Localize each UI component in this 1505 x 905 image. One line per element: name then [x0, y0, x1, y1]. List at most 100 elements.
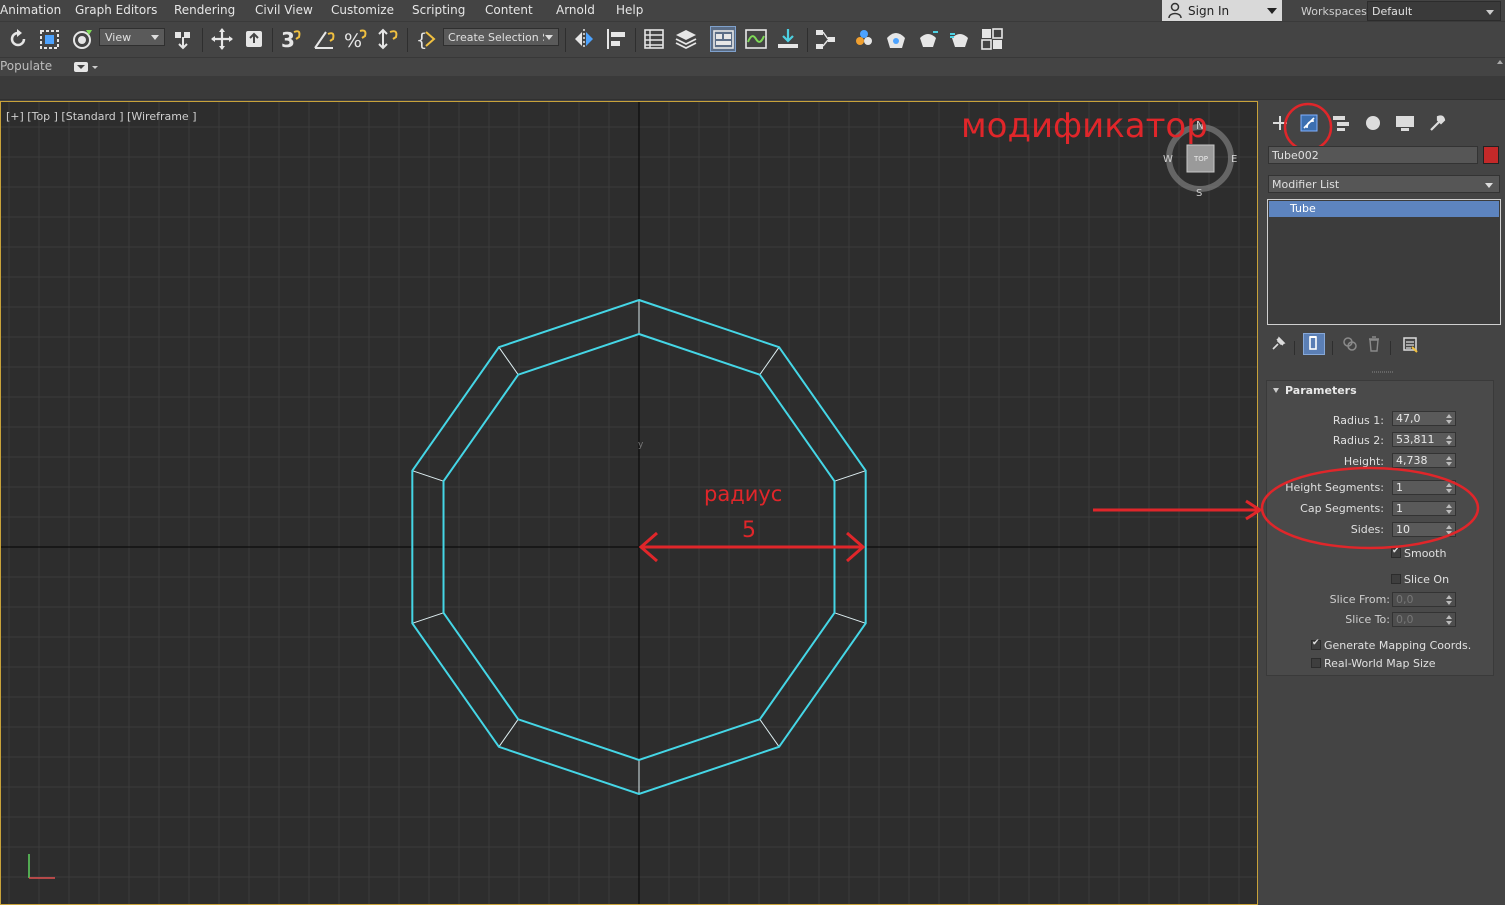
real-world-map-checkbox[interactable] [1311, 658, 1321, 668]
tube-edge [498, 719, 519, 748]
viewport-canvas[interactable]: yTOPNSW E [1, 102, 1257, 905]
ribbon-toggle-icon[interactable] [710, 26, 736, 52]
angle-snap-icon[interactable] [311, 26, 337, 52]
viewport-layout-icon[interactable] [979, 26, 1005, 52]
menu-civil-view[interactable]: Civil View [255, 3, 313, 17]
chevron-down-icon [1486, 10, 1494, 15]
named-selection-icon[interactable]: { [413, 26, 439, 52]
menu-content[interactable]: Content [485, 3, 533, 17]
motion-tab-icon[interactable] [1361, 112, 1385, 134]
dope-sheet-icon[interactable] [775, 26, 801, 52]
spinner-arrows-icon[interactable] [1446, 435, 1452, 445]
sign-in-label: Sign In [1188, 4, 1230, 18]
workspace-value: Default [1372, 5, 1413, 18]
ribbon-populate-label[interactable]: Populate [0, 59, 52, 73]
selection-set-dropdown[interactable]: Create Selection Se [443, 28, 559, 46]
pivot-center-icon[interactable] [170, 26, 196, 52]
select-object-icon[interactable] [241, 26, 267, 52]
object-name-value: Tube002 [1272, 149, 1319, 162]
object-name-field[interactable]: Tube002 [1268, 146, 1478, 164]
spinner-snap-icon[interactable] [375, 26, 401, 52]
pin-stack-icon[interactable] [1269, 335, 1287, 353]
spinner-arrows-icon[interactable] [1446, 615, 1452, 625]
slice-to-spinner[interactable]: 0,0 [1392, 612, 1456, 627]
menu-scripting[interactable]: Scripting [412, 3, 465, 17]
panel-divider-handle[interactable] [1370, 369, 1396, 375]
rollout-collapse-icon[interactable] [1273, 388, 1279, 393]
toolbar-separator [272, 28, 273, 52]
view-dropdown-value: View [105, 31, 132, 44]
slice-from-spinner[interactable]: 0,0 [1392, 592, 1456, 607]
real-world-map-label: Real-World Map Size [1324, 657, 1436, 670]
stack-separator [1332, 341, 1333, 355]
percent-snap-icon[interactable]: % [343, 26, 369, 52]
main-toolbar: View 3 % { Create Selection Se [0, 22, 1505, 58]
chevron-down-icon [545, 35, 553, 40]
command-panel: Tube002 Modifier List Tube Parameters Ra… [1260, 101, 1505, 905]
radius1-spinner[interactable]: 47,0 [1392, 411, 1456, 426]
viewcube-south: S [1196, 188, 1202, 199]
stack-separator [1390, 341, 1391, 355]
trash-icon[interactable] [1365, 335, 1383, 353]
stack-item-tube[interactable]: Tube [1269, 201, 1499, 217]
menu-help[interactable]: Help [616, 3, 643, 17]
scene-explorer-icon[interactable] [641, 26, 667, 52]
render-setup-icon[interactable] [883, 26, 909, 52]
curve-editor-icon[interactable] [743, 26, 769, 52]
slice-to-value: 0,0 [1396, 613, 1414, 626]
render-frame-icon[interactable] [915, 26, 941, 52]
tube-edge [834, 612, 866, 624]
undo-icon[interactable] [5, 26, 31, 52]
viewport-top[interactable]: y TOP N S W E [+] [Top ] [Standard ] [Wirefra… [0, 101, 1258, 905]
workspaces-dropdown[interactable]: Default [1367, 1, 1501, 21]
sign-in-button[interactable]: Sign In [1162, 0, 1282, 21]
layer-explorer-icon[interactable] [673, 26, 699, 52]
schematic-view-icon[interactable] [813, 26, 839, 52]
configure-modifier-sets-icon[interactable] [1401, 335, 1419, 353]
move-icon[interactable] [209, 26, 235, 52]
spinner-arrows-icon[interactable] [1446, 414, 1452, 424]
align-icon[interactable] [603, 26, 629, 52]
mirror-icon[interactable] [571, 26, 597, 52]
modifier-list-label: Modifier List [1272, 178, 1340, 191]
toolbar-separator [807, 28, 808, 52]
stack-toolbar [1262, 329, 1505, 359]
rollout-title[interactable]: Parameters [1285, 384, 1357, 397]
viewcube-east: E [1231, 154, 1237, 165]
chevron-down-icon [1485, 183, 1493, 188]
slice-on-checkbox[interactable] [1391, 574, 1401, 584]
object-color-swatch[interactable] [1483, 146, 1499, 164]
render-production-icon[interactable] [947, 26, 973, 52]
ribbon-options-icon[interactable] [73, 61, 99, 73]
select-region-icon[interactable] [37, 26, 63, 52]
paint-select-icon[interactable] [70, 26, 96, 52]
stack-separator [1294, 341, 1295, 355]
viewport-label[interactable]: [+] [Top ] [Standard ] [Wireframe ] [6, 110, 197, 123]
snap-toggle-icon[interactable]: 3 [279, 26, 305, 52]
toolbar-separator [407, 28, 408, 52]
menu-arnold[interactable]: Arnold [556, 3, 595, 17]
menu-customize[interactable]: Customize [331, 3, 394, 17]
menu-graph-editors[interactable]: Graph Editors [75, 3, 157, 17]
tube-edge [412, 470, 444, 482]
menu-animation[interactable]: Animation [0, 3, 61, 17]
menu-rendering[interactable]: Rendering [174, 3, 235, 17]
generate-mapping-checkbox[interactable] [1311, 638, 1321, 650]
make-unique-icon[interactable] [1341, 335, 1359, 353]
toolbar-separator [202, 28, 203, 52]
modifier-list-dropdown[interactable]: Modifier List [1268, 175, 1500, 193]
reference-coordinate-dropdown[interactable]: View [99, 28, 165, 46]
radius2-spinner[interactable]: 53,811 [1392, 432, 1456, 447]
spinner-arrows-icon[interactable] [1446, 595, 1452, 605]
modifier-stack[interactable]: Tube [1267, 199, 1501, 325]
display-tab-icon[interactable] [1393, 112, 1417, 134]
radius1-label: Radius 1: [1332, 414, 1384, 427]
ribbon-panel-strip [0, 76, 1505, 100]
annotation-radius: радиус [704, 482, 783, 506]
slice-from-value: 0,0 [1396, 593, 1414, 606]
show-end-result-icon[interactable] [1303, 333, 1325, 355]
stack-item-label: Tube [1290, 202, 1316, 215]
material-editor-icon[interactable] [851, 26, 877, 52]
utilities-tab-icon[interactable] [1425, 112, 1449, 134]
command-panel-tabs [1262, 101, 1505, 152]
